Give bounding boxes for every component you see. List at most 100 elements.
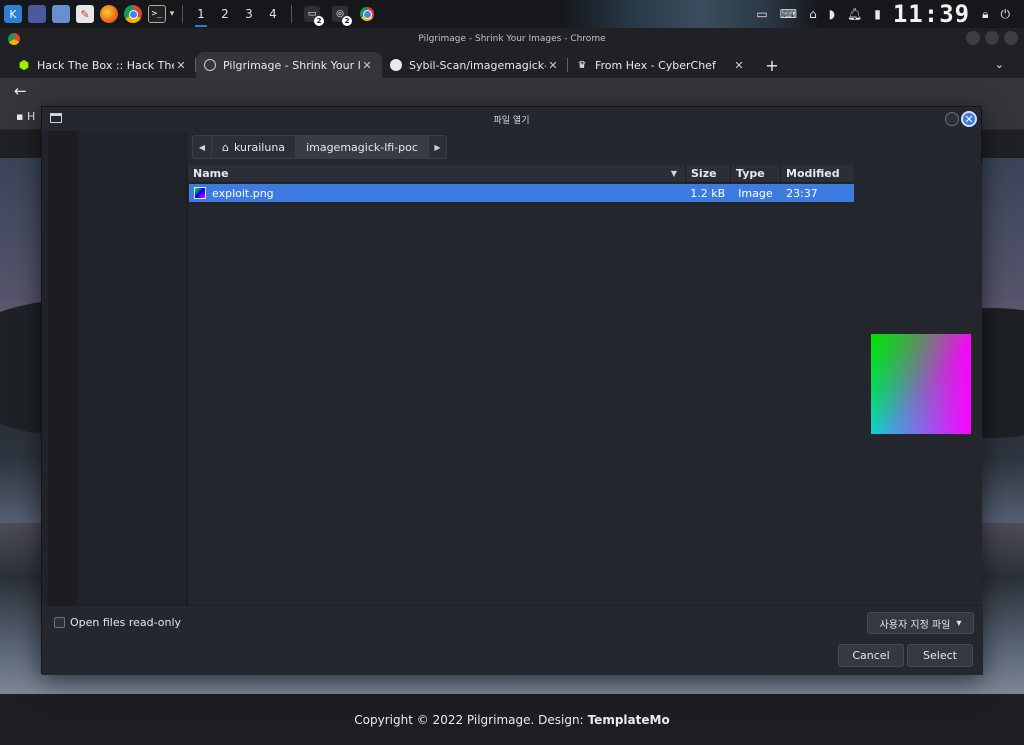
file-name: exploit.png <box>212 186 274 200</box>
filter-label: 사용자 지정 파일 <box>879 619 951 631</box>
browser-window-icon[interactable]: ◎ 2 <box>332 6 352 26</box>
github-icon <box>390 59 402 71</box>
file-type: Image <box>738 186 773 200</box>
page-footer: Copyright © 2022 Pilgrimage. Design: Tem… <box>0 694 1024 745</box>
new-tab-button[interactable]: + <box>760 52 784 78</box>
path-crumb-home[interactable]: ⌂ kurailuna <box>211 136 295 158</box>
tab-label: Hack The Box :: Hack The B <box>37 58 174 72</box>
battery-icon[interactable]: ▮ <box>874 7 881 21</box>
column-header-type[interactable]: Type <box>731 165 781 182</box>
system-tray: ▭ ⌨ ⌂ ◗ 🔔︎ ▮ 11:39 🔒︎ ⏻ <box>756 0 1024 28</box>
path-left-arrow-icon[interactable]: ◀ <box>193 136 211 158</box>
image-preview <box>871 334 971 434</box>
column-header-modified[interactable]: Modified <box>781 165 855 182</box>
tab-label: Pilgrimage - Shrink Your Im <box>223 58 360 72</box>
file-row-selected[interactable]: exploit.png 1.2 kB Image 23:37 <box>189 184 855 202</box>
dialog-close-button[interactable]: ✕ <box>961 111 977 127</box>
checkbox-box[interactable] <box>54 617 65 628</box>
maximize-button[interactable] <box>985 31 999 45</box>
tab-pilgrimage[interactable]: Pilgrimage - Shrink Your Im ✕ <box>196 52 382 78</box>
path-crumb-label: kurailuna <box>233 140 286 154</box>
bookmark-label: H <box>26 110 36 123</box>
tab-github[interactable]: Sybil-Scan/imagemagick-lf ✕ <box>382 52 568 78</box>
tab-hackthebox[interactable]: ⬢ Hack The Box :: Hack The B ✕ <box>10 52 196 78</box>
path-right-arrow-icon[interactable]: ▶ <box>427 136 446 158</box>
file-manager-icon[interactable] <box>52 5 70 23</box>
places-sidebar <box>42 131 187 605</box>
clock[interactable]: 11:39 <box>893 0 970 28</box>
cancel-button[interactable]: Cancel <box>838 644 904 667</box>
path-crumb-current[interactable]: imagemagick-lfi-poc <box>295 136 428 158</box>
globe-icon <box>204 59 216 71</box>
column-header-name[interactable]: Name ▼ <box>188 165 686 182</box>
chrome-app-icon <box>8 33 20 45</box>
image-file-icon <box>194 187 206 199</box>
close-window-button[interactable] <box>1004 31 1018 45</box>
window-titlebar[interactable]: Pilgrimage - Shrink Your Images - Chrome <box>0 28 1024 50</box>
path-bar: ◀ ⌂ kurailuna imagemagick-lfi-poc ▶ <box>192 135 447 159</box>
close-tab-icon[interactable]: ✕ <box>360 59 374 72</box>
readonly-label: Open files read-only <box>70 616 182 629</box>
sidebar-scroll-region[interactable] <box>48 131 78 605</box>
column-header-size[interactable]: Size <box>686 165 731 182</box>
keyboard-icon[interactable]: ⌨ <box>780 7 797 21</box>
notification-bell-icon[interactable]: 🔔︎ <box>847 7 862 21</box>
chef-hat-icon: ♛ <box>577 59 587 71</box>
terminal-window-icon[interactable]: ▭ 2 <box>304 6 324 26</box>
dialog-titlebar[interactable]: 파일 열기 ✕ <box>42 107 981 131</box>
close-tab-icon[interactable]: ✕ <box>546 59 560 72</box>
footer-brand-link[interactable]: TemplateMo <box>588 713 670 727</box>
back-arrow-icon[interactable]: ← <box>14 82 27 100</box>
readonly-checkbox[interactable]: Open files read-only <box>54 616 181 629</box>
kali-menu-icon[interactable]: K <box>4 5 22 23</box>
home-icon: ⌂ <box>222 140 229 154</box>
workspace-2[interactable]: 2 <box>213 7 237 21</box>
workspace-1[interactable]: 1 <box>189 7 213 27</box>
minimize-button[interactable] <box>966 31 980 45</box>
file-list-header: Name ▼ Size Type Modified <box>188 165 855 183</box>
chevron-down-icon: ▾ <box>956 617 962 629</box>
window-title: Pilgrimage - Shrink Your Images - Chrome <box>418 34 606 44</box>
file-open-dialog: 파일 열기 ✕ ◀ ⌂ kurailuna imagemagick-lfi-po… <box>41 106 983 675</box>
monitor-icon[interactable]: ▭ <box>756 7 767 21</box>
panel-separator <box>182 5 183 23</box>
power-icon[interactable]: ⏻ <box>1001 7 1011 22</box>
volume-icon[interactable]: ◗ <box>829 7 835 21</box>
top-panel: K ✎ >_ ▾ 1 2 3 4 ▭ 2 ◎ 2 ▭ ⌨ ⌂ ◗ 🔔︎ ▮ 11:3… <box>0 0 1024 28</box>
dialog-minimize-button[interactable] <box>945 112 959 126</box>
chrome-window-icon[interactable] <box>360 7 374 21</box>
close-tab-icon[interactable]: ✕ <box>732 59 746 72</box>
lock-icon[interactable]: 🔒︎ <box>982 7 988 22</box>
column-header-label: Name <box>193 167 229 180</box>
dialog-title: 파일 열기 <box>493 115 530 126</box>
select-button[interactable]: Select <box>907 644 973 667</box>
window-count-badge: 2 <box>314 16 324 26</box>
tab-search-chevron-icon[interactable]: ⌄ <box>995 58 1004 71</box>
workspace-4[interactable]: 4 <box>261 7 285 21</box>
tab-label: Sybil-Scan/imagemagick-lf <box>409 58 546 72</box>
file-modified: 23:37 <box>786 186 818 200</box>
preview-pane <box>854 165 982 605</box>
htb-cube-icon: ⬢ <box>18 58 30 72</box>
firefox-icon[interactable] <box>100 5 118 23</box>
workspace-3[interactable]: 3 <box>237 7 261 21</box>
chrome-icon[interactable] <box>124 5 142 23</box>
terminal-icon[interactable]: >_ <box>148 5 166 23</box>
text-editor-icon[interactable]: ✎ <box>76 5 94 23</box>
chevron-down-icon[interactable]: ▾ <box>168 5 176 23</box>
browser-toolbar: ← <box>0 78 1024 104</box>
network-icon[interactable]: ⌂ <box>809 7 817 21</box>
panel-separator <box>291 5 292 23</box>
bookmark-item[interactable]: ▪ H <box>16 110 35 123</box>
tab-cyberchef[interactable]: ♛ From Hex - CyberChef ✕ <box>568 52 754 78</box>
file-list: Name ▼ Size Type Modified exploit.png 1.… <box>187 165 855 605</box>
window-count-badge: 2 <box>342 16 352 26</box>
file-type-filter-dropdown[interactable]: 사용자 지정 파일 ▾ <box>867 612 974 634</box>
browser-window: Pilgrimage - Shrink Your Images - Chrome… <box>0 28 1024 745</box>
show-desktop-icon[interactable] <box>28 5 46 23</box>
tab-label: From Hex - CyberChef <box>595 58 716 72</box>
footer-copyright: Copyright © 2022 Pilgrimage. Design: <box>354 712 584 727</box>
close-tab-icon[interactable]: ✕ <box>174 59 188 72</box>
tab-strip: ⬢ Hack The Box :: Hack The B ✕ Pilgrimag… <box>0 50 1024 78</box>
window-app-icon <box>50 113 62 123</box>
